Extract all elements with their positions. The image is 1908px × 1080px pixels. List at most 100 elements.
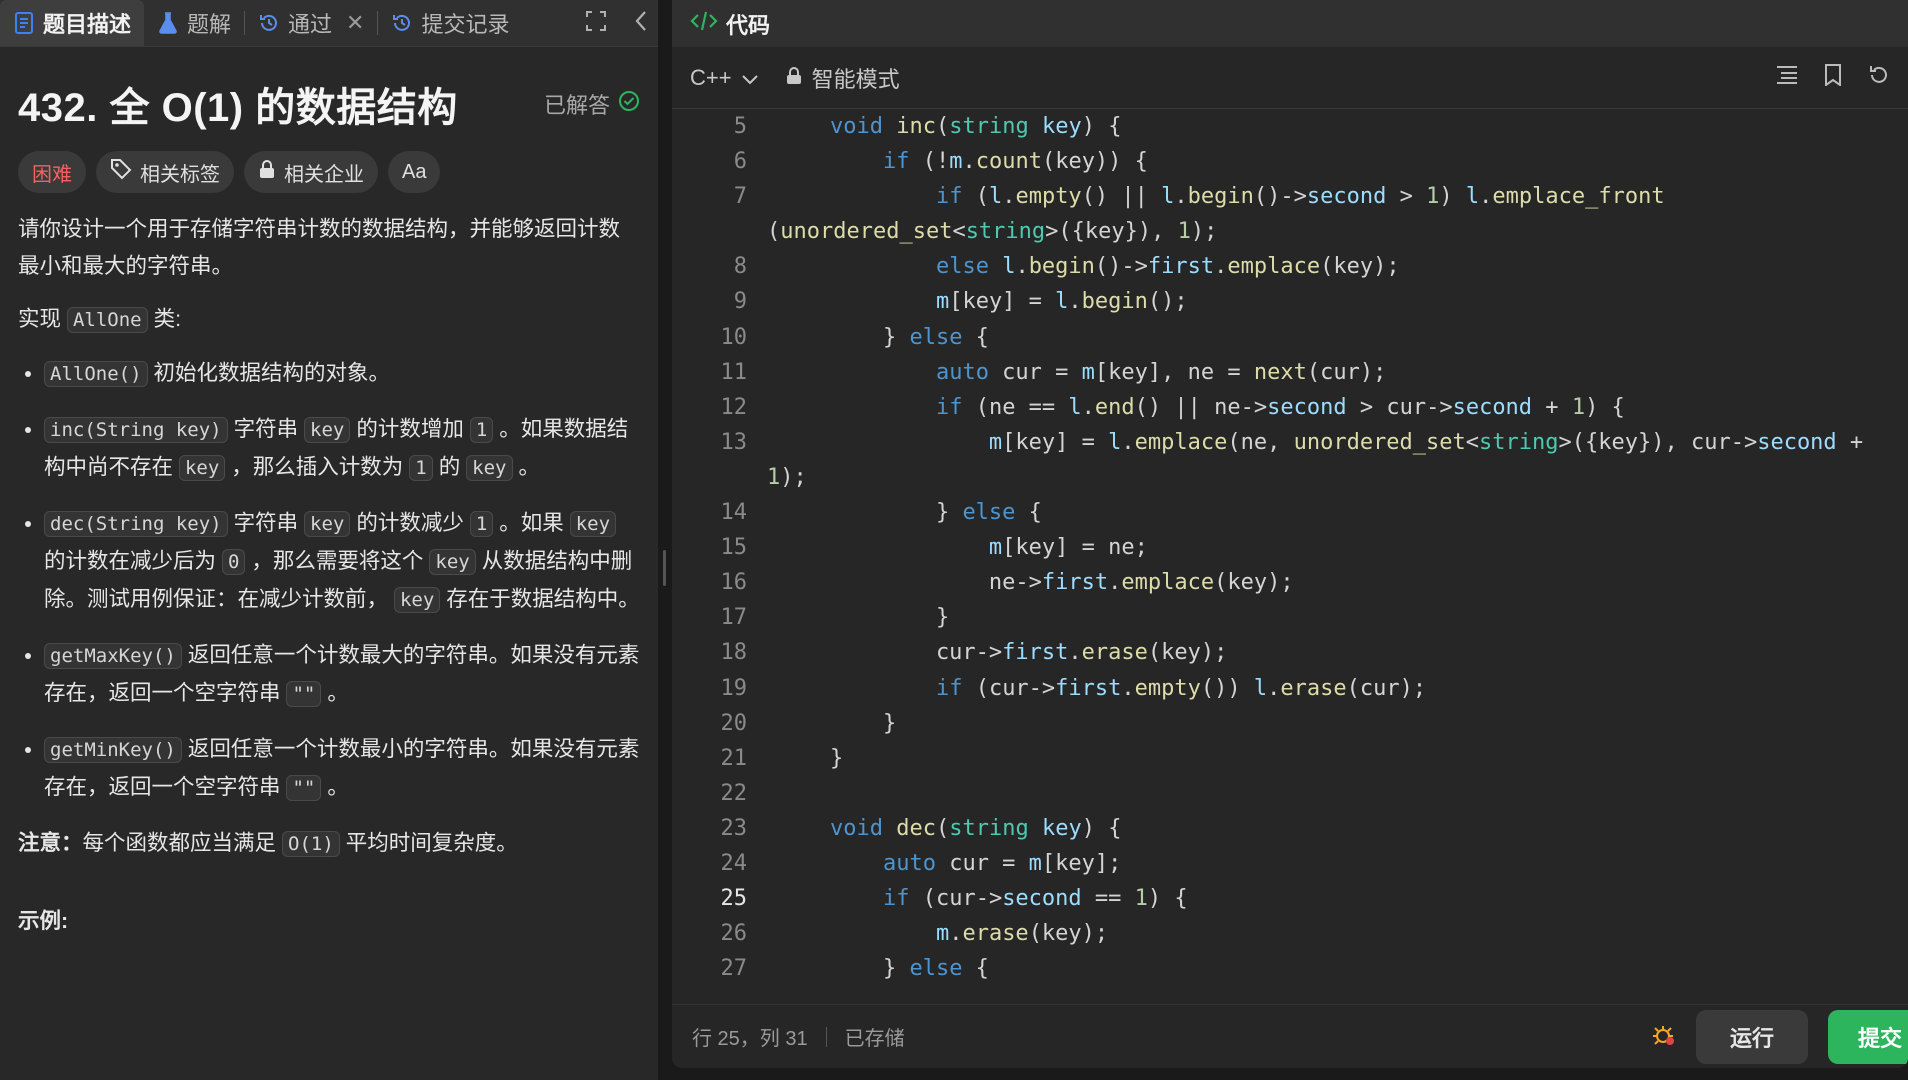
title-row: 432. 全 O(1) 的数据结构 已解答 [18, 79, 640, 130]
tab-description[interactable]: 题目描述 [0, 0, 145, 46]
maximize-icon[interactable] [586, 10, 606, 36]
language-select[interactable]: C++ [690, 65, 758, 91]
code-line: 23 void dec(string key) { [672, 811, 1908, 846]
format-icon[interactable] [1776, 65, 1798, 91]
code-text: } [777, 605, 950, 631]
resize-grip[interactable] [663, 550, 666, 586]
text: 的计数在减少后为 [44, 549, 222, 573]
line-number: 22 [720, 780, 748, 806]
tag-chips: 困难 相关标签 相关企业 Aa [18, 151, 640, 193]
code-text: auto cur = m[key], ne = next(cur); [935, 359, 1387, 385]
code-line: 17 } [672, 600, 1908, 635]
code-line: 12 if (ne == l.end() || ne->second > cur… [672, 390, 1908, 425]
chevron-down-icon [741, 65, 758, 91]
text: 平均时间复杂度。 [339, 831, 518, 855]
panel-resize-handle[interactable] [658, 0, 672, 1080]
related-companies-button[interactable]: 相关企业 [244, 151, 378, 193]
inline-code: getMinKey() [44, 737, 182, 763]
text: 实现 [18, 307, 67, 331]
line-number: 24 [720, 850, 748, 876]
text: ，那么插入计数为 [225, 455, 410, 479]
flask-icon [157, 12, 179, 34]
close-icon[interactable]: ✕ [346, 10, 364, 36]
line-number: 7 [733, 184, 747, 210]
lock-icon [258, 159, 276, 185]
line-number: 27 [720, 956, 748, 982]
code-line: 8 else l.begin()->first.emplace(key); [672, 249, 1908, 284]
solved-status: 已解答 [544, 88, 640, 120]
code-line: 13 m[key] = l.emplace(ne, unordered_set<… [672, 425, 1908, 460]
editor-statusbar: 行 25，列 31 已存储 运行 提交 [672, 1004, 1908, 1068]
difficulty-label: 困难 [32, 163, 72, 186]
solved-label: 已解答 [543, 93, 610, 118]
leetcode-workspace: 题目描述 题解 通过 ✕ 提交记录 432. 全 O(1) 的数据结构 已解答 … [0, 0, 1908, 1080]
list-item: getMaxKey() 返回任意一个计数最大的字符串。如果没有元素存在，返回一个… [44, 637, 640, 713]
line-number: 26 [720, 921, 748, 947]
inline-code: 1 [409, 455, 433, 481]
line-number: 5 [733, 114, 747, 139]
code-text: } [777, 745, 844, 771]
list-item: dec(String key) 字符串 key 的计数减少 1 。如果 key … [44, 505, 640, 619]
code-text: if (cur->first.empty()) l.erase(cur); [935, 675, 1427, 701]
run-button[interactable]: 运行 [1696, 1009, 1808, 1064]
line-number: 15 [720, 535, 748, 561]
font-settings-button[interactable]: Aa [388, 151, 441, 193]
text: 的计数增加 [350, 417, 470, 441]
tag-icon [110, 158, 132, 186]
tab-accepted[interactable]: 通过 ✕ [245, 0, 377, 46]
inline-code: O(1) [282, 831, 340, 857]
inline-code: 0 [221, 549, 246, 575]
line-number: 6 [733, 149, 747, 175]
line-number: 13 [720, 429, 748, 455]
code-line: 18 cur->first.erase(key); [672, 635, 1908, 670]
run-label: 运行 [1729, 1025, 1774, 1051]
problem-content: 432. 全 O(1) 的数据结构 已解答 困难 相关标签 相关企业 Aa 请你… [0, 79, 658, 940]
difficulty-badge: 困难 [18, 151, 86, 193]
debug-icon[interactable] [1650, 1021, 1676, 1053]
inline-code: AllOne() [44, 361, 148, 387]
reset-icon[interactable] [1868, 64, 1890, 92]
history-icon [258, 12, 280, 34]
smart-mode-toggle[interactable]: 智能模式 [786, 62, 900, 94]
inline-code: key [466, 455, 513, 481]
code-line: 22 [672, 776, 1908, 811]
line-number: 17 [720, 605, 748, 631]
line-number: 18 [720, 640, 748, 666]
code-text: else l.begin()->first.emplace(key); [935, 254, 1400, 280]
text: 字符串 [227, 417, 305, 441]
code-text: m[key] = l.begin(); [935, 289, 1188, 315]
submit-button[interactable]: 提交 [1828, 1009, 1908, 1064]
code-text: m[key] = l.emplace(ne, unordered_set<str… [988, 429, 1864, 455]
inline-code: inc(String key) [44, 417, 228, 443]
submit-label: 提交 [1858, 1025, 1903, 1051]
problem-panel: 题目描述 题解 通过 ✕ 提交记录 432. 全 O(1) 的数据结构 已解答 … [0, 0, 658, 1080]
inline-code: key [304, 511, 351, 537]
problem-description: 请你设计一个用于存储字符串计数的数据结构，并能够返回计数最小和最大的字符串。 实… [18, 211, 640, 940]
code-text: auto cur = m[key]; [882, 850, 1122, 876]
check-circle-icon [618, 90, 640, 118]
status-separator [825, 1026, 827, 1047]
text: 每个函数都应当满足 [82, 831, 282, 855]
text: 字符串 [227, 511, 305, 535]
code-line: 10 } else { [672, 320, 1908, 355]
tab-tools [586, 10, 648, 37]
collapse-left-icon[interactable] [634, 10, 648, 37]
bookmark-icon[interactable] [1824, 63, 1842, 92]
save-status: 已存储 [844, 1028, 905, 1050]
text: 。如果 [493, 511, 570, 535]
inline-code: key [569, 511, 617, 537]
inline-code: key [304, 417, 351, 443]
related-tags-button[interactable]: 相关标签 [96, 151, 234, 193]
line-number: 8 [733, 254, 747, 280]
code-editor[interactable]: 5 void inc(string key) { 6 if (!m.count(… [672, 109, 1908, 984]
code-icon [690, 10, 718, 38]
desc-paragraph: 请你设计一个用于存储字符串计数的数据结构，并能够返回计数最小和最大的字符串。 [18, 217, 621, 278]
code-line: 6 if (!m.count(key)) { [672, 144, 1908, 179]
description-icon [13, 12, 35, 34]
code-line: 19 if (cur->first.empty()) l.erase(cur); [672, 671, 1908, 706]
smart-mode-label: 智能模式 [811, 66, 900, 92]
tab-submissions-label: 提交记录 [421, 12, 510, 37]
tab-submissions[interactable]: 提交记录 [378, 0, 522, 46]
tab-solutions[interactable]: 题解 [144, 0, 244, 46]
note-label: 注意： [18, 831, 83, 855]
